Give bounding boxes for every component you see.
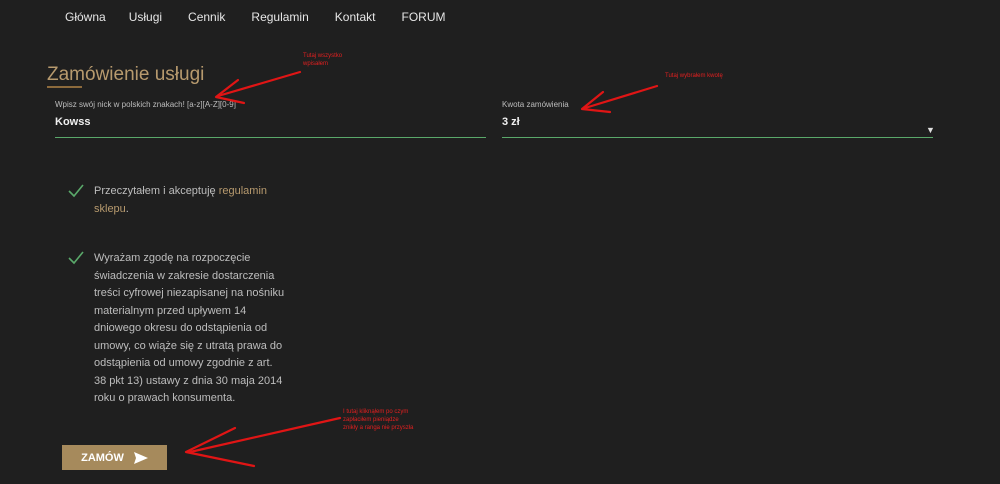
consent-digital-content: Wyrażam zgodę na rozpoczęcie świadczenia… (94, 250, 304, 408)
annotation-2: Tutaj wybrałem kwotę (665, 72, 723, 80)
check-icon[interactable] (68, 251, 84, 265)
consent-terms: Przeczytałem i akceptuję regulamin sklep… (94, 183, 294, 218)
consent-line: dniowego okresu do odstąpienia od (94, 322, 268, 334)
annotation-3: I tutaj kliknąłem po czym zapłaciłem pie… (343, 408, 413, 432)
consent-terms-text: Przeczytałem i akceptuję (94, 185, 219, 197)
annotation-line: Tutaj wybrałem kwotę (665, 73, 723, 79)
consent-line: materialnym przed upływem 14 (94, 304, 247, 317)
nav-regulamin[interactable]: Regulamin (251, 10, 308, 24)
amount-select-underline (502, 137, 933, 138)
arrow-3-head (184, 426, 256, 468)
consent-line: treści cyfrowej niezapisanej na nośniku (94, 287, 285, 299)
order-submit-button[interactable]: ZAMÓW (62, 445, 167, 470)
main-nav: Główna Usługi Cennik Regulamin Kontakt F… (65, 10, 471, 24)
annotation-line: I tutaj kliknąłem po czym (343, 409, 409, 415)
shop-link[interactable]: sklepu (94, 203, 126, 215)
amount-label: Kwota zamówienia (502, 100, 569, 109)
consent-terms-tail: . (125, 202, 129, 215)
annotation-line: zapłaciłem pieniądze (343, 417, 399, 423)
nick-label: Wpisz swój nick w polskich znakach! [a-z… (55, 100, 236, 109)
annotation-line: Tutaj wszystko (303, 53, 343, 59)
annotation-line: znikły a ranga nie przyszła (343, 425, 414, 431)
send-icon (133, 451, 148, 464)
consent-line: odstąpienia od umowy zgodnie z art. (94, 357, 273, 369)
order-submit-label: ZAMÓW (81, 451, 124, 464)
nav-uslugi[interactable]: Usługi (129, 10, 162, 24)
arrow-1-shaft (216, 70, 302, 98)
arrow-2-head (580, 90, 612, 114)
consent-line: Wyrażam zgodę na rozpoczęcie (94, 252, 251, 264)
nick-input-underline (55, 137, 486, 138)
consent-line: świadczenia w zakresie dostarczenia (94, 269, 275, 282)
nav-cennik[interactable]: Cennik (188, 10, 225, 24)
annotation-1: Tutaj wszystko wpisałem (303, 52, 342, 68)
title-underline (47, 86, 82, 88)
arrow-3-shaft (188, 416, 342, 454)
nav-forum[interactable]: FORUM (401, 10, 445, 24)
page-title: Zamówienie usługi (47, 64, 205, 85)
nick-input[interactable] (55, 116, 475, 128)
consent-line: roku o prawach konsumenta. (94, 392, 236, 404)
consent-line: 38 pkt 13) ustawy z dnia 30 maja 2014 (94, 374, 283, 387)
nav-kontakt[interactable]: Kontakt (335, 10, 376, 24)
amount-select[interactable]: 3 zł (502, 116, 520, 128)
arrow-2-shaft (583, 84, 659, 110)
check-icon[interactable] (68, 184, 84, 198)
chevron-down-icon[interactable]: ▼ (926, 125, 935, 135)
annotation-line: wpisałem (303, 61, 329, 67)
terms-link[interactable]: regulamin (219, 185, 267, 197)
consent-line: umowy, co wiąże się z utratą prawa do (94, 339, 283, 352)
nav-glowna[interactable]: Główna (65, 10, 106, 24)
